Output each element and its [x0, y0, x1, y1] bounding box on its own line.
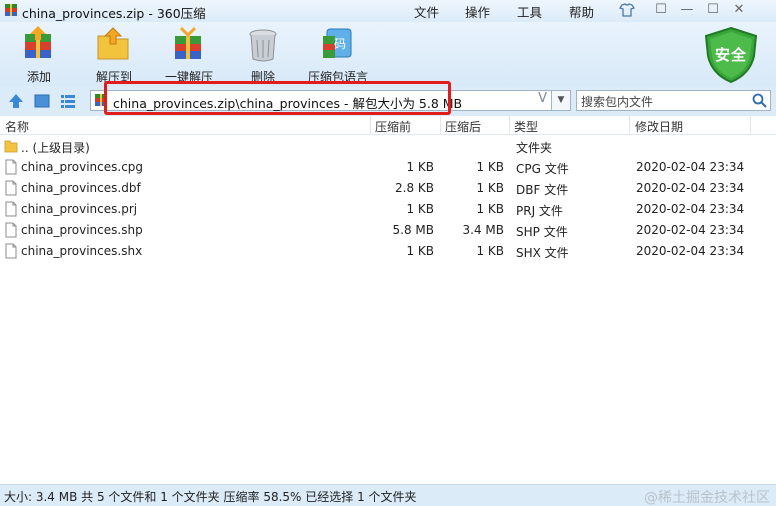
file-icon [5, 222, 17, 238]
file-type: CPG 文件 [516, 162, 569, 176]
col-type[interactable]: 类型 [514, 118, 538, 135]
add-button[interactable]: 添加 [2, 24, 76, 84]
file-compressed-size: 1 KB [476, 202, 504, 216]
file-type: SHP 文件 [516, 225, 568, 239]
menu-help[interactable]: 帮助 [569, 2, 594, 21]
language-icon: 码 [323, 28, 352, 58]
window-title: china_provinces.zip - 360压缩 [22, 6, 206, 21]
address-dropdown-button[interactable]: ▼ [551, 90, 571, 111]
up-arrow-icon[interactable] [8, 93, 24, 109]
file-name: china_provinces.prj [21, 202, 138, 216]
list-item[interactable]: china_provinces.shx 1 KB 1 KB SHX 文件 202… [0, 241, 776, 262]
maximize-button[interactable]: ☐ [704, 2, 722, 18]
file-compressed-size: 1 KB [476, 181, 504, 195]
list-item[interactable]: china_provinces.prj 1 KB 1 KB PRJ 文件 202… [0, 199, 776, 220]
thumbnail-view-icon[interactable] [34, 93, 50, 109]
file-name: china_provinces.shp [21, 223, 143, 237]
toolbar: 添加 解压到 一键解压 删除 码 压缩包语言 [0, 22, 776, 86]
search-icon[interactable] [752, 93, 767, 108]
file-modified: 2020-02-04 23:34 [636, 160, 745, 174]
menu-operate[interactable]: 操作 [465, 2, 490, 21]
col-compressed[interactable]: 压缩后 [445, 118, 481, 135]
close-button[interactable]: ✕ [730, 2, 748, 18]
list-item-parent[interactable]: .. (上级目录) 文件夹 [0, 136, 776, 157]
security-label: 安全 [714, 46, 747, 64]
watermark: @稀土掘金技术社区 [644, 490, 770, 506]
security-shield[interactable]: 安全 [702, 26, 760, 84]
delete-button[interactable]: 删除 [226, 24, 300, 84]
one-click-extract-icon [175, 26, 201, 59]
minimize-button[interactable]: — [678, 2, 696, 18]
status-bar: 大小: 3.4 MB 共 5 个文件和 1 个文件夹 压缩率 58.5% 已经选… [0, 484, 776, 506]
extract-folder-icon [97, 27, 129, 60]
title-bar: china_provinces.zip - 360压缩 文件 操作 工具 帮助 … [0, 0, 776, 22]
file-packed-size: 5.8 MB [392, 223, 434, 237]
file-compressed-size: 1 KB [476, 244, 504, 258]
file-type: DBF 文件 [516, 183, 569, 197]
trash-icon [249, 29, 277, 62]
list-item[interactable]: china_provinces.dbf 2.8 KB 1 KB DBF 文件 2… [0, 178, 776, 199]
file-packed-size: 1 KB [406, 244, 434, 258]
list-item[interactable]: china_provinces.shp 5.8 MB 3.4 MB SHP 文件… [0, 220, 776, 241]
file-modified: 2020-02-04 23:34 [636, 181, 745, 195]
file-type: 文件夹 [516, 141, 553, 155]
address-history-icon[interactable]: V [538, 91, 547, 106]
file-name: china_provinces.shx [21, 244, 143, 258]
folder-icon [4, 140, 18, 153]
extract-to-button[interactable]: 解压到 [77, 24, 151, 84]
file-packed-size: 2.8 KB [395, 181, 434, 195]
file-compressed-size: 3.4 MB [462, 223, 504, 237]
file-packed-size: 1 KB [406, 202, 434, 216]
file-type: PRJ 文件 [516, 204, 563, 218]
list-item[interactable]: china_provinces.cpg 1 KB 1 KB CPG 文件 202… [0, 157, 776, 178]
skin-icon[interactable] [618, 2, 636, 18]
app-icon [5, 4, 17, 16]
file-modified: 2020-02-04 23:34 [636, 244, 745, 258]
status-text: 大小: 3.4 MB 共 5 个文件和 1 个文件夹 压缩率 58.5% 已经选… [4, 490, 417, 504]
file-icon [5, 201, 17, 217]
file-icon [5, 243, 17, 259]
list-header: 名称 压缩前 压缩后 类型 修改日期 [0, 116, 776, 135]
list-view-icon[interactable] [60, 93, 76, 109]
search-box[interactable]: 搜索包内文件 [576, 90, 771, 111]
one-click-extract-button[interactable]: 一键解压 [152, 24, 226, 84]
language-glyph: 码 [334, 37, 346, 51]
file-name: china_provinces.dbf [21, 181, 141, 195]
menu-file[interactable]: 文件 [414, 2, 439, 21]
address-highlight-box [104, 81, 451, 115]
file-name: .. (上级目录) [21, 141, 90, 155]
file-modified: 2020-02-04 23:34 [636, 202, 745, 216]
col-packed[interactable]: 压缩前 [375, 118, 411, 135]
file-modified: 2020-02-04 23:34 [636, 223, 745, 237]
file-packed-size: 1 KB [406, 160, 434, 174]
add-icon [25, 26, 51, 58]
menu-tools[interactable]: 工具 [517, 2, 542, 21]
menu-box-icon[interactable]: ☐ [652, 2, 670, 18]
file-name: china_provinces.cpg [21, 160, 144, 174]
col-modified[interactable]: 修改日期 [635, 118, 683, 135]
archive-language-button[interactable]: 码 压缩包语言 [301, 24, 375, 84]
file-icon [5, 180, 17, 196]
search-placeholder: 搜索包内文件 [581, 95, 654, 109]
file-compressed-size: 1 KB [476, 160, 504, 174]
file-list: 名称 压缩前 压缩后 类型 修改日期 .. (上级目录) 文件夹 china_p… [0, 116, 776, 484]
col-name[interactable]: 名称 [5, 118, 29, 135]
file-icon [5, 159, 17, 175]
file-type: SHX 文件 [516, 246, 569, 260]
